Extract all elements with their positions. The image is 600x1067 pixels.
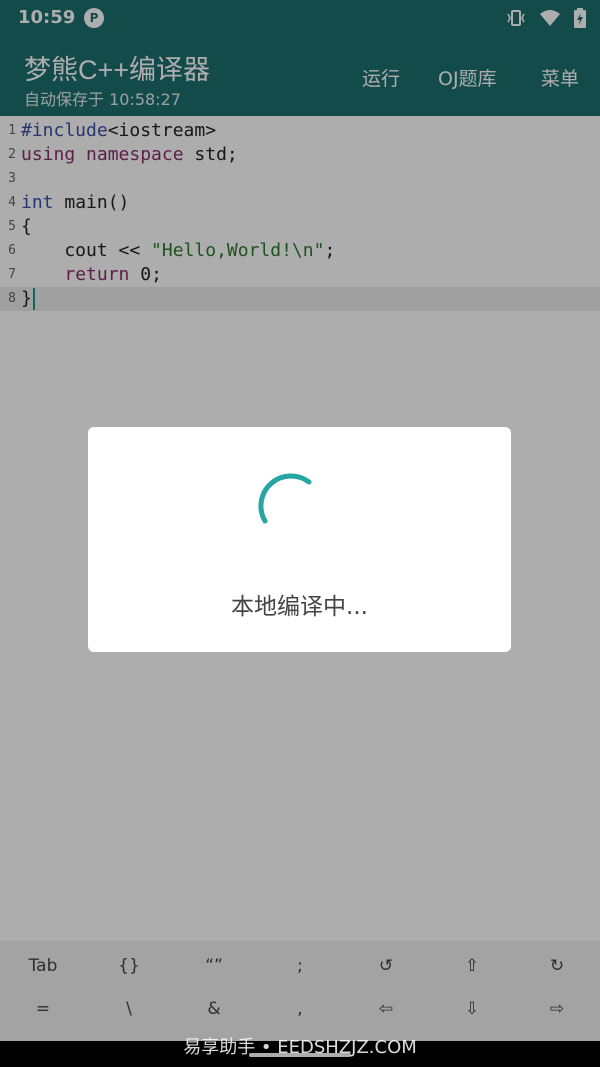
compiling-message: 本地编译中... bbox=[231, 594, 368, 620]
loading-spinner-icon bbox=[256, 469, 336, 553]
compiling-dialog: 本地编译中... bbox=[88, 427, 511, 652]
watermark: 易享助手 • EEDSHZJZ.COM bbox=[183, 1037, 417, 1058]
